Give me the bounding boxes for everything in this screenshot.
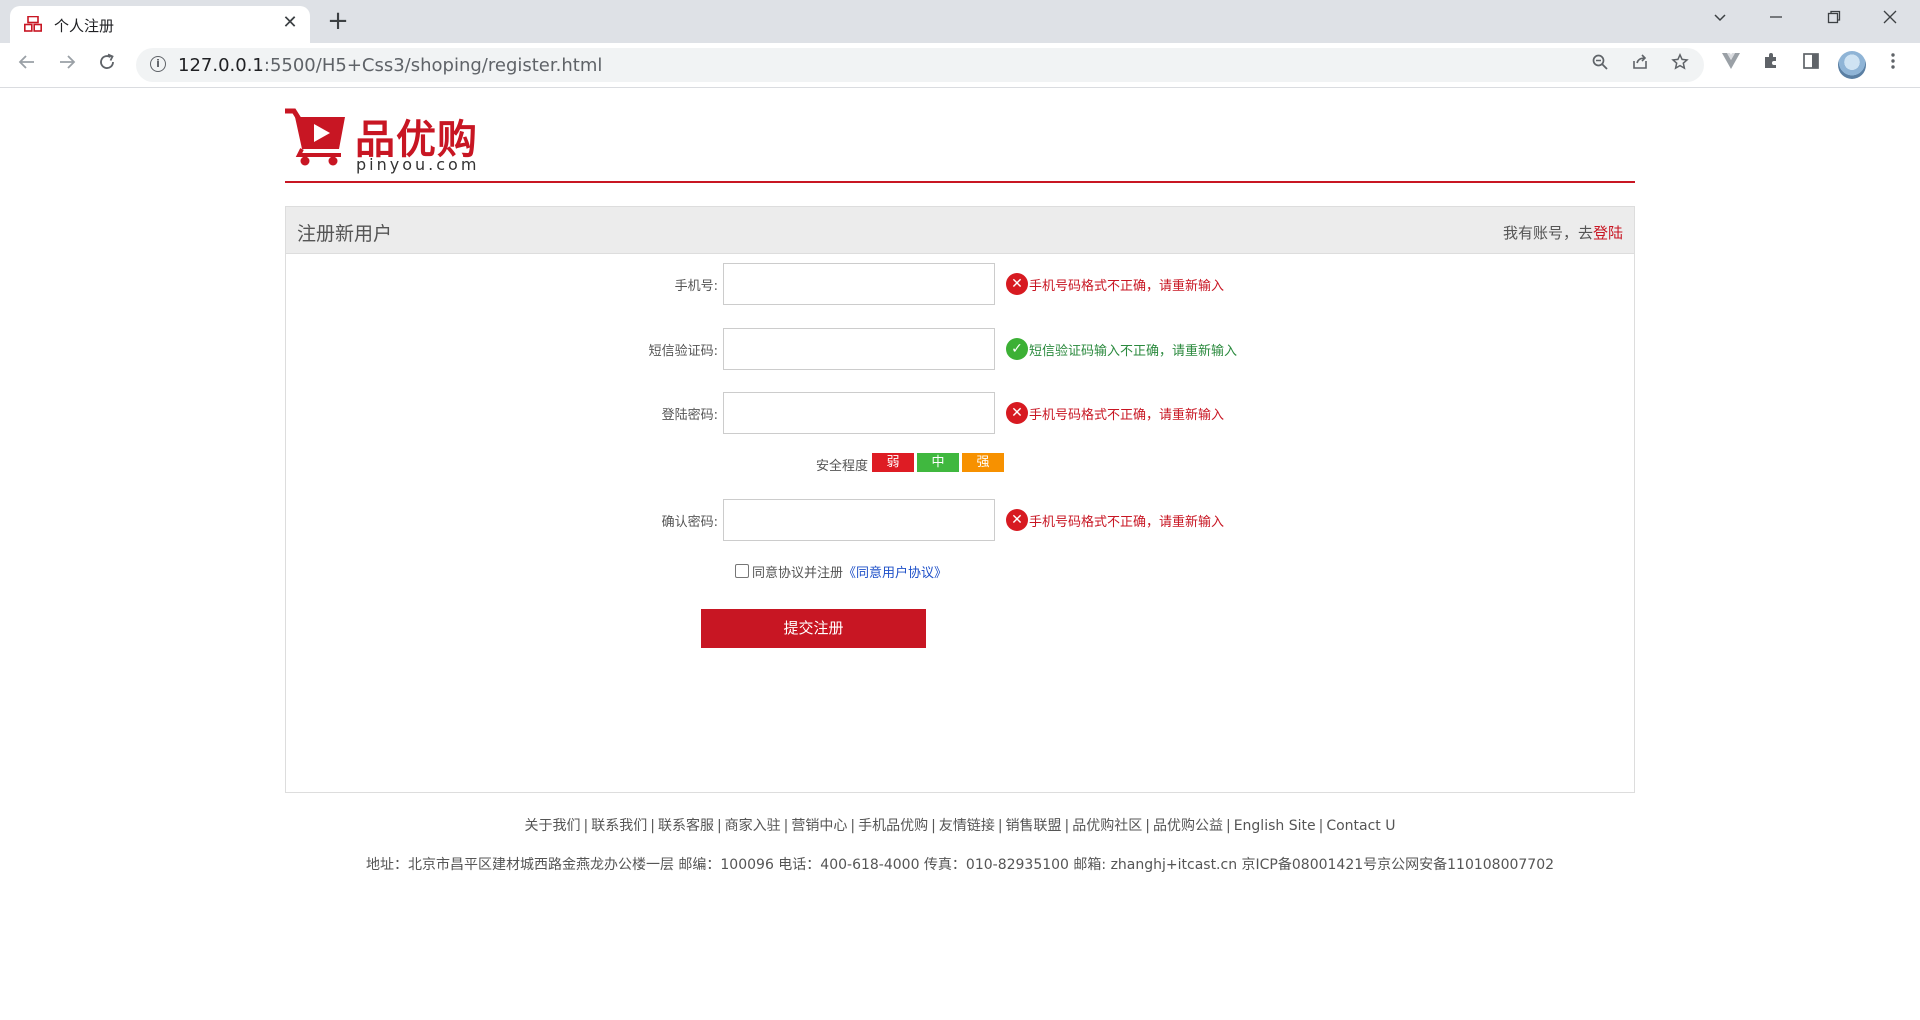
password-error-message: ✕ 手机号码格式不正确，请重新输入	[1006, 402, 1224, 424]
password-input[interactable]	[723, 392, 995, 434]
sms-code-message: ✓ 短信验证码输入不正确，请重新输入	[1006, 338, 1237, 360]
site-logo[interactable]: 品优购 pinyou.com	[285, 107, 485, 174]
footer-link-friends[interactable]: 友情链接	[939, 818, 995, 834]
login-prompt: 我有账号，去登陆	[1502, 224, 1623, 242]
confirm-password-label: 确认密码:	[661, 515, 718, 530]
browser-toolbar: i 127.0.0.1:5500/H5+Css3/shoping/registe…	[0, 43, 1920, 88]
reload-icon[interactable]	[92, 50, 122, 80]
footer-links: 关于我们 | 联系我们 | 联系客服 | 商家入驻 | 营销中心 | 手机品优购 | 友情链接 | 销售联盟…	[524, 818, 1396, 834]
password-row: 登陆密码: ✕ 手机号码格式不正确，请重新输入	[286, 392, 1634, 434]
password-label: 登陆密码:	[661, 408, 718, 423]
password-strength: 安全程度 弱 中 强	[286, 453, 1634, 474]
phone-label: 手机号:	[674, 279, 718, 294]
agreement-row: 同意协议并注册 《同意用户协议》	[735, 561, 947, 581]
sms-code-input[interactable]	[723, 328, 995, 370]
login-link[interactable]: 登陆	[1593, 224, 1623, 242]
footer-link-english[interactable]: English Site	[1234, 818, 1316, 834]
address-bar[interactable]: i 127.0.0.1:5500/H5+Css3/shoping/registe…	[136, 48, 1704, 82]
phone-row: 手机号: ✕ 手机号码格式不正确，请重新输入	[286, 263, 1634, 305]
side-panel-icon[interactable]	[1798, 52, 1824, 78]
url-text[interactable]: 127.0.0.1:5500/H5+Css3/shoping/register.…	[178, 55, 602, 76]
bookmark-star-icon[interactable]	[1668, 52, 1692, 77]
strength-strong: 强	[962, 453, 1004, 472]
agreement-text: 同意协议并注册	[752, 565, 844, 581]
register-header: 注册新用户 我有账号，去登陆	[286, 207, 1634, 254]
strength-weak: 弱	[872, 453, 914, 472]
new-tab-button[interactable]: +	[324, 8, 352, 36]
submit-register-button[interactable]: 提交注册	[701, 609, 926, 648]
minimize-icon[interactable]	[1756, 4, 1796, 34]
profile-avatar[interactable]	[1838, 51, 1866, 79]
browser-tab[interactable]: 个人注册 ✕	[10, 6, 310, 43]
site-info-icon[interactable]: i	[150, 56, 166, 72]
error-x-icon: ✕	[1006, 402, 1028, 424]
tab-title: 个人注册	[54, 17, 115, 35]
zoom-icon[interactable]	[1588, 53, 1612, 77]
tab-search-icon[interactable]	[1700, 4, 1740, 34]
footer-link-service[interactable]: 联系客服	[658, 818, 714, 834]
footer-link-merchant[interactable]: 商家入驻	[725, 818, 781, 834]
phone-error-message: ✕ 手机号码格式不正确，请重新输入	[1006, 273, 1224, 295]
footer-link-marketing[interactable]: 营销中心	[791, 818, 847, 834]
strength-medium: 中	[917, 453, 959, 472]
footer-link-mobile[interactable]: 手机品优购	[858, 818, 928, 834]
sms-code-label: 短信验证码:	[648, 344, 718, 359]
footer-link-contact[interactable]: 联系我们	[591, 818, 647, 834]
forward-arrow-icon[interactable]	[52, 50, 82, 80]
shopping-cart-icon	[285, 108, 345, 166]
share-icon[interactable]	[1628, 53, 1652, 77]
extension-vue-icon[interactable]	[1718, 52, 1744, 78]
extensions-puzzle-icon[interactable]	[1758, 52, 1784, 78]
agreement-checkbox[interactable]	[735, 564, 749, 578]
tab-close-icon[interactable]: ✕	[278, 11, 302, 35]
footer-link-about[interactable]: 关于我们	[525, 818, 581, 834]
strength-label: 安全程度	[815, 459, 868, 474]
error-x-icon: ✕	[1006, 509, 1028, 531]
footer-link-alliance[interactable]: 销售联盟	[1006, 818, 1062, 834]
success-check-icon: ✓	[1006, 338, 1028, 360]
error-x-icon: ✕	[1006, 273, 1028, 295]
window-close-icon[interactable]	[1870, 4, 1910, 34]
footer-link-community[interactable]: 品优购社区	[1072, 818, 1142, 834]
page-content: 品优购 pinyou.com 注册新用户 我有账号，去登陆 手机号: ✕ 手机号…	[0, 89, 1920, 1020]
restore-icon[interactable]	[1814, 4, 1854, 34]
confirm-password-input[interactable]	[723, 499, 995, 541]
agreement-link[interactable]: 《同意用户协议》	[843, 562, 947, 581]
back-arrow-icon[interactable]	[12, 50, 42, 80]
browser-tabstrip: 个人注册 ✕ +	[0, 0, 1920, 43]
register-title: 注册新用户	[297, 223, 393, 245]
footer-link-contact-en[interactable]: Contact U	[1326, 818, 1395, 834]
confirm-password-row: 确认密码: ✕ 手机号码格式不正确，请重新输入	[286, 499, 1634, 541]
footer-address: 地址：北京市昌平区建材城西路金燕龙办公楼一层 邮编：100096 电话：400-…	[365, 857, 1555, 873]
header-divider	[285, 181, 1635, 183]
register-panel: 注册新用户 我有账号，去登陆 手机号: ✕ 手机号码格式不正确，请重新输入 短信…	[285, 206, 1635, 793]
confirm-password-error-message: ✕ 手机号码格式不正确，请重新输入	[1006, 509, 1224, 531]
phone-input[interactable]	[723, 263, 995, 305]
store-favicon-icon	[24, 15, 42, 32]
more-menu-icon[interactable]	[1880, 52, 1906, 78]
footer-link-charity[interactable]: 品优购公益	[1153, 818, 1223, 834]
sms-code-row: 短信验证码: ✓ 短信验证码输入不正确，请重新输入	[286, 328, 1634, 370]
logo-domain: pinyou.com	[356, 155, 480, 174]
